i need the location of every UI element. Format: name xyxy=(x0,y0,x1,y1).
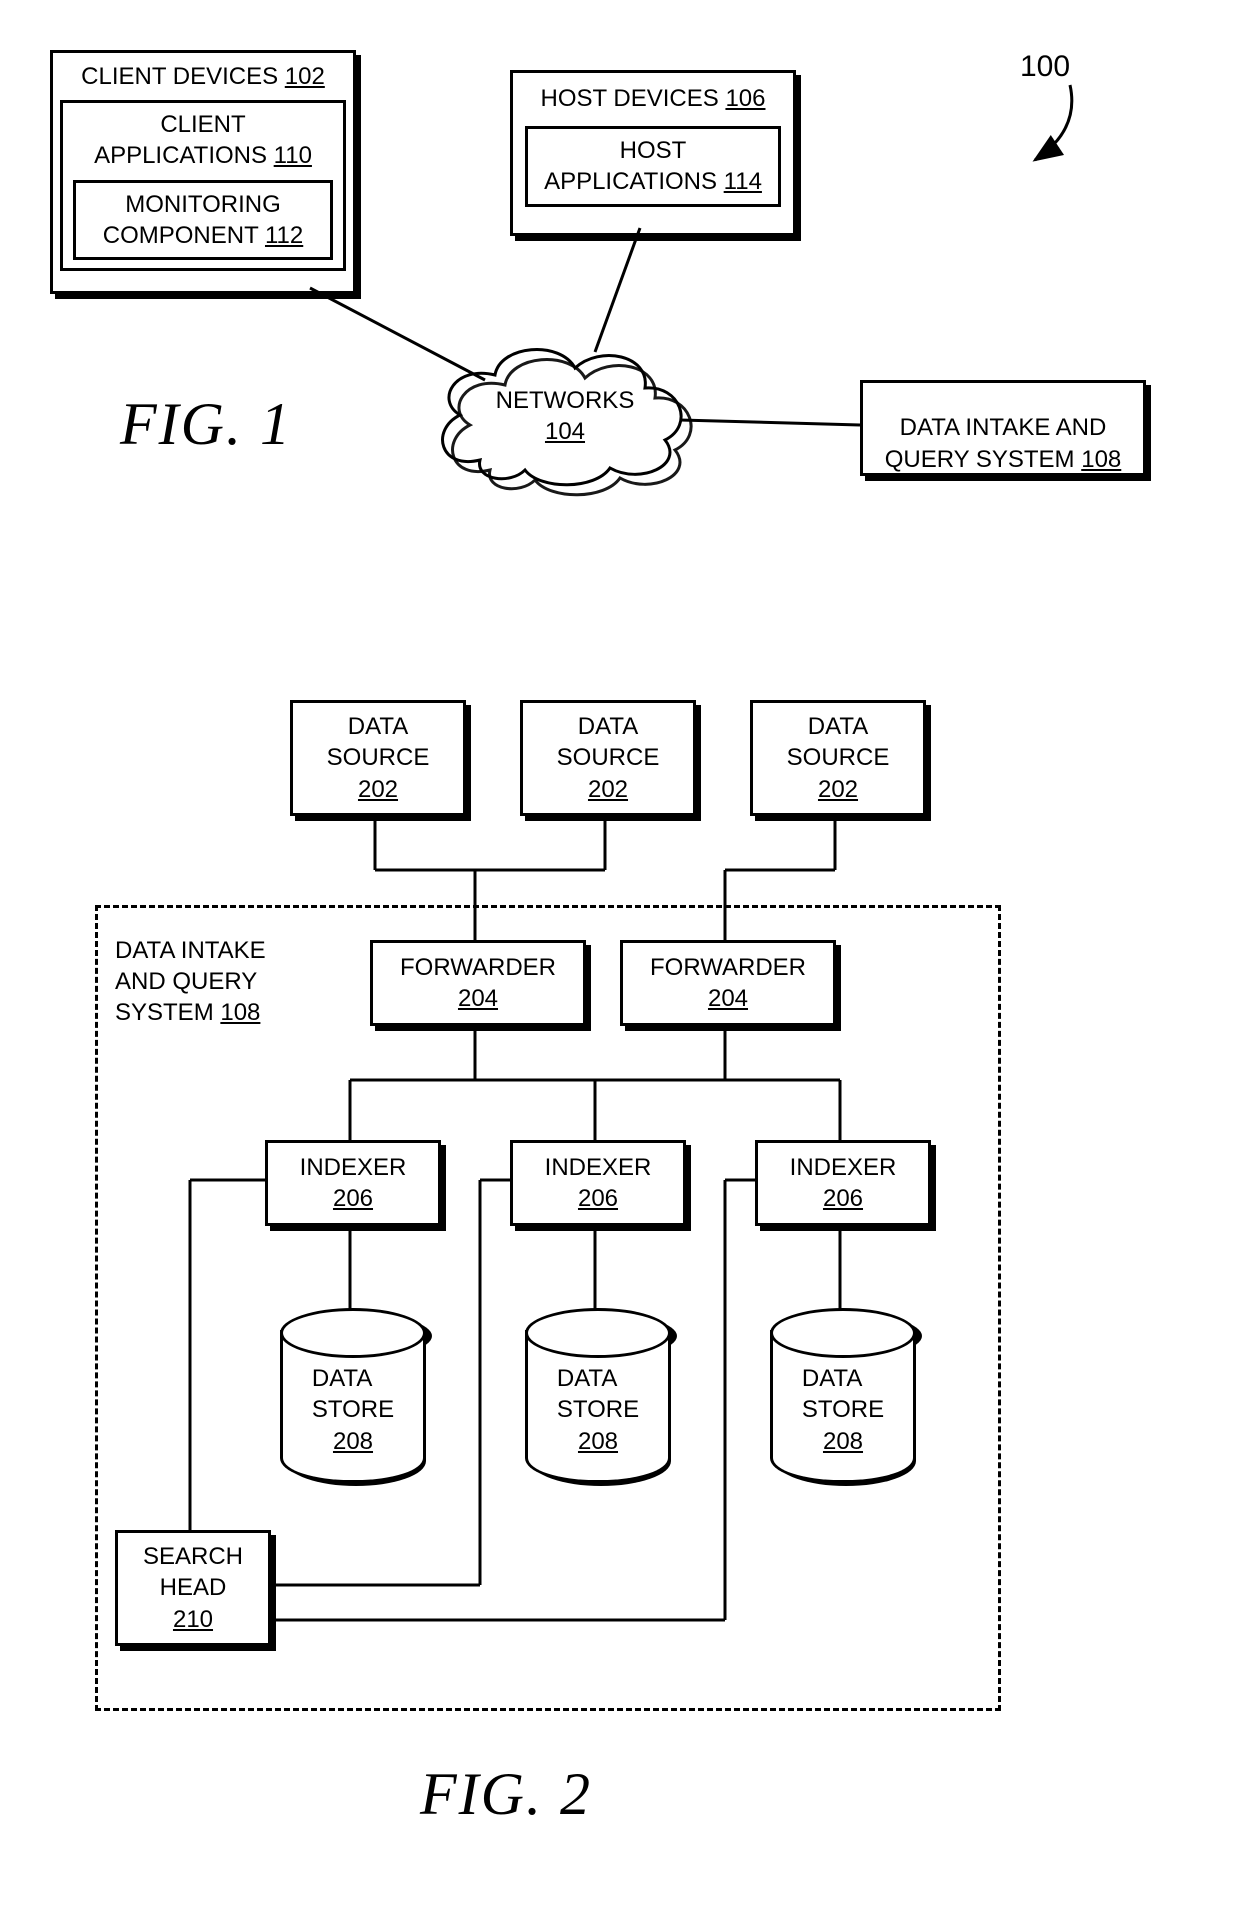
indexer-3: INDEXER206 xyxy=(755,1140,931,1226)
diagram-canvas: 100 CLIENT DEVICES 102 CLIENT APPLICATIO… xyxy=(20,20,1220,1869)
client-apps-title: CLIENT APPLICATIONS 110 xyxy=(73,109,333,171)
forwarder-1: FORWARDER204 xyxy=(370,940,586,1026)
data-store-1: DATA STORE 208 xyxy=(280,1330,426,1483)
data-store-3: DATA STORE 208 xyxy=(770,1330,916,1483)
ref-100: 100 xyxy=(1020,50,1070,84)
data-source-2: DATA SOURCE202 xyxy=(520,700,696,816)
fig1-label: FIG. 1 xyxy=(120,390,292,459)
forwarder-2: FORWARDER204 xyxy=(620,940,836,1026)
arrow-100 xyxy=(1020,80,1100,170)
host-applications-box: HOST APPLICATIONS 114 xyxy=(525,126,781,206)
indexer-2: INDEXER206 xyxy=(510,1140,686,1226)
client-applications-box: CLIENT APPLICATIONS 110 MONITORING COMPO… xyxy=(60,100,346,271)
monitoring-component-box: MONITORING COMPONENT 112 xyxy=(73,180,333,260)
search-head-box: SEARCH HEAD210 xyxy=(115,1530,271,1646)
diq-box: DATA INTAKE AND QUERY SYSTEM 108 xyxy=(860,380,1146,476)
data-source-1: DATA SOURCE202 xyxy=(290,700,466,816)
fig2-label: FIG. 2 xyxy=(420,1760,592,1829)
host-devices-box: HOST DEVICES 106 HOST APPLICATIONS 114 xyxy=(510,70,796,236)
client-devices-title: CLIENT DEVICES 102 xyxy=(81,61,325,92)
indexer-1: INDEXER206 xyxy=(265,1140,441,1226)
host-devices-title: HOST DEVICES 106 xyxy=(541,83,766,114)
diq-title: DATA INTAKE AND QUERY SYSTEM 108 xyxy=(885,381,1122,475)
data-source-3: DATA SOURCE202 xyxy=(750,700,926,816)
networks-label: NETWORKS104 xyxy=(490,385,640,447)
diq-container-label: DATA INTAKE AND QUERY SYSTEM 108 xyxy=(115,935,295,1029)
client-devices-box: CLIENT DEVICES 102 CLIENT APPLICATIONS 1… xyxy=(50,50,356,294)
data-store-2: DATA STORE 208 xyxy=(525,1330,671,1483)
